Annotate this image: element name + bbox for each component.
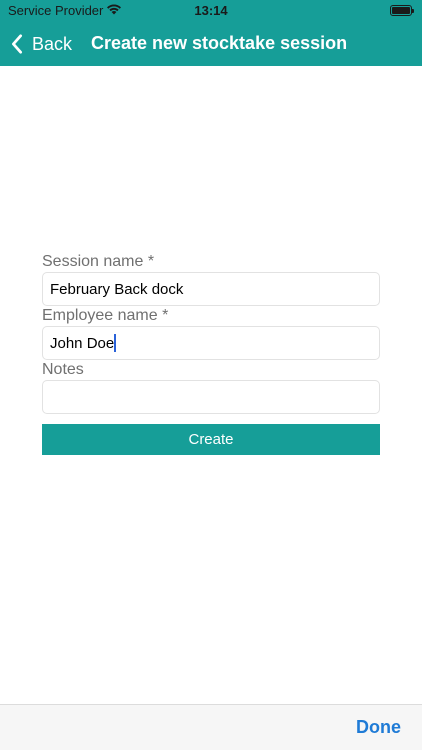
back-label: Back <box>32 33 73 54</box>
screen: Service Provider 13:14 Back Create new s… <box>0 0 422 750</box>
battery-icon <box>390 5 414 16</box>
status-time: 13:14 <box>194 3 228 18</box>
session-name-label: Session name * <box>42 253 155 270</box>
text-cursor <box>114 334 117 352</box>
done-button[interactable]: Done <box>356 717 401 738</box>
stocktake-form: Session name * Employee name * John Doe … <box>42 252 380 455</box>
create-button[interactable]: Create <box>42 424 380 455</box>
keyboard-toolbar: Done <box>0 704 422 750</box>
notes-label: Notes <box>42 361 84 378</box>
header: Service Provider 13:14 Back Create new s… <box>0 0 422 66</box>
chevron-left-icon <box>12 34 22 54</box>
employee-name-label: Employee name * <box>42 307 169 324</box>
status-bar: Service Provider 13:14 <box>0 0 422 22</box>
navigation-bar: Back Create new stocktake session <box>0 22 422 66</box>
back-button[interactable]: Back <box>10 30 72 58</box>
employee-name-value: John Doe <box>50 334 115 352</box>
page-title: Create new stocktake session <box>91 33 348 53</box>
battery-fill <box>392 7 410 14</box>
employee-name-input[interactable]: John Doe <box>42 326 380 360</box>
session-name-input[interactable] <box>42 272 380 306</box>
notes-input[interactable] <box>42 380 380 414</box>
